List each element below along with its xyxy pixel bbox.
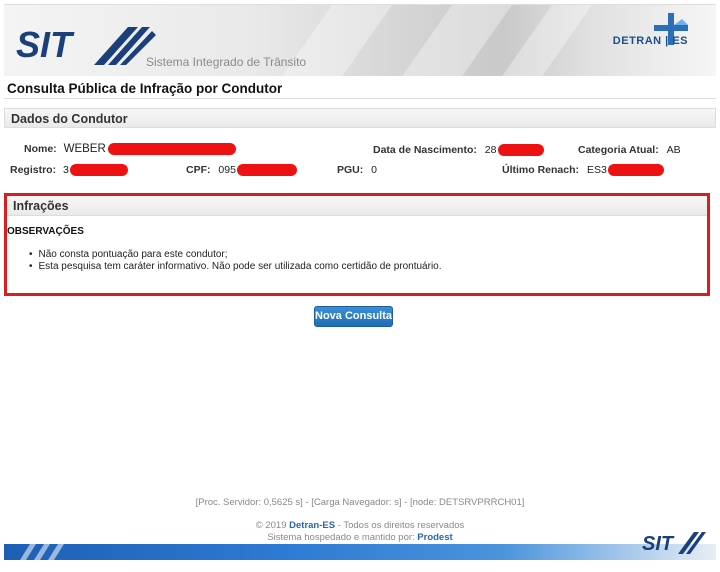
categoria-label: Categoria Atual: — [578, 144, 659, 156]
prodest-link[interactable]: Prodest — [417, 532, 452, 543]
registro-field: Registro: 3 — [10, 164, 128, 177]
header-banner: SIT Sistema Integrado de Trânsito DETRAN… — [4, 4, 716, 76]
copyright-line: © 2019 Detran-ES - Todos os direitos res… — [0, 520, 720, 531]
detran-es-link[interactable]: Detran-ES — [289, 520, 335, 531]
cpf-label: CPF: — [186, 164, 211, 176]
registro-value: 3 — [63, 164, 69, 176]
nascimento-label: Data de Nascimento: — [373, 144, 477, 156]
page-title: Consulta Pública de Infração por Conduto… — [4, 77, 716, 99]
cpf-value: 095 — [218, 164, 236, 176]
registro-label: Registro: — [10, 164, 57, 176]
nova-consulta-button[interactable]: Nova Consulta — [314, 306, 393, 327]
redaction-mark — [69, 164, 128, 177]
infracoes-panel: Infrações OBSERVAÇÕES Não consta pontuaç… — [4, 193, 710, 296]
observacoes-list: Não consta pontuação para este condutor;… — [29, 249, 442, 273]
copyright-suffix: - Todos os direitos reservados — [335, 520, 465, 531]
observacoes-title: OBSERVAÇÕES — [7, 226, 84, 237]
svg-text:SIT: SIT — [642, 533, 675, 555]
pgu-label: PGU: — [337, 164, 364, 176]
footer-stripes-icon — [20, 544, 64, 560]
sit-logo: SIT — [16, 24, 156, 65]
redaction-mark — [107, 143, 236, 156]
list-item: Esta pesquisa tem caráter informativo. N… — [29, 261, 442, 273]
system-subtitle: Sistema Integrado de Trânsito — [146, 55, 307, 69]
sit-footer-logo: SIT — [642, 532, 706, 555]
renach-value: ES3 — [586, 164, 607, 176]
cpf-field: CPF: 095 — [186, 164, 297, 177]
footer-bar — [4, 544, 716, 560]
redaction-mark — [498, 144, 545, 157]
detran-logo-text: DETRAN | ES — [612, 35, 688, 47]
list-item: Não consta pontuação para este condutor; — [29, 249, 442, 261]
nome-value: WEBER — [63, 143, 106, 155]
redaction-mark — [236, 164, 297, 177]
nascimento-field: Data de Nascimento: 28 — [373, 144, 545, 157]
categoria-value: AB — [666, 144, 681, 156]
svg-text:SIT: SIT — [16, 24, 75, 65]
hosted-prefix: Sistema hospedado e mantido por: — [267, 532, 418, 543]
hosted-line: Sistema hospedado e mantido por: Prodest — [0, 532, 720, 543]
copyright-prefix: © 2019 — [255, 520, 290, 531]
nascimento-value: 28 — [484, 144, 497, 156]
categoria-field: Categoria Atual: AB — [578, 144, 681, 156]
renach-field: Último Renach: ES3 — [502, 164, 664, 177]
renach-label: Último Renach: — [502, 164, 580, 176]
section-dados-condutor: Dados do Condutor — [4, 108, 716, 128]
performance-info: [Proc. Servidor: 0,5625 s] - [Carga Nave… — [195, 497, 525, 508]
nome-field: Nome: WEBER — [24, 143, 236, 156]
pgu-field: PGU: 0 — [337, 164, 377, 176]
nome-label: Nome: — [24, 143, 57, 155]
section-infracoes: Infrações — [7, 196, 707, 216]
redaction-mark — [607, 164, 664, 177]
pgu-value: 0 — [371, 164, 378, 176]
